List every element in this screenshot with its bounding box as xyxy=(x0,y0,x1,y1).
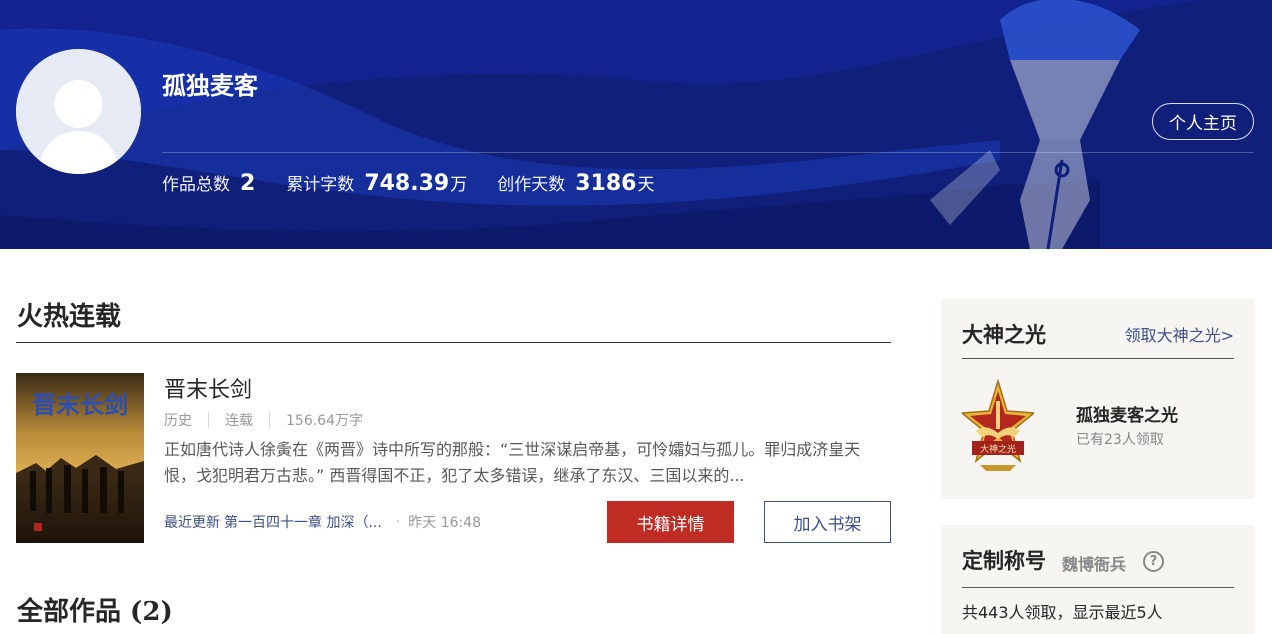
custom-title-summary: 共443人领取，显示最近5人 xyxy=(962,603,1163,622)
stat-unit: 万 xyxy=(450,175,468,195)
card-divider xyxy=(962,358,1234,359)
custom-title-heading: 定制称号 xyxy=(962,548,1046,573)
book-status: 连载 xyxy=(225,413,253,429)
glory-badge-name: 孤独麦客之光 xyxy=(1076,406,1178,426)
stat-writing-days: 创作天数 3186 天 xyxy=(497,170,654,196)
meta-separator xyxy=(208,412,209,428)
star-badge-icon: 大神之光 xyxy=(962,379,1034,471)
book-cover[interactable]: 晋末长剑 xyxy=(16,373,144,543)
glory-card-title: 大神之光 xyxy=(962,322,1046,347)
glory-badge-count: 已有23人领取 xyxy=(1076,432,1164,448)
update-chapter-link[interactable]: 第一百四十一章 加深（... xyxy=(224,512,382,532)
custom-title-name: 魏博衙兵 xyxy=(1062,555,1127,574)
card-divider xyxy=(962,587,1234,588)
claim-glory-link[interactable]: 领取大神之光> xyxy=(1125,322,1234,346)
stat-value: 3186 xyxy=(575,171,637,196)
stat-value: 2 xyxy=(240,171,256,196)
section-divider xyxy=(16,342,891,343)
book-category[interactable]: 历史 xyxy=(164,410,192,430)
all-works-title: 全部作品 (2) xyxy=(17,597,173,627)
book-detail-button[interactable]: 书籍详情 xyxy=(607,501,734,543)
stat-label: 作品总数 xyxy=(162,175,230,195)
book-word-count: 156.64万字 xyxy=(286,413,363,429)
stat-value: 748.39 xyxy=(364,171,450,196)
hot-section-title: 火热连载 xyxy=(17,302,122,332)
badge-text: 大神之光 xyxy=(980,443,1016,455)
stat-label: 创作天数 xyxy=(497,175,566,195)
author-avatar xyxy=(16,49,141,174)
author-name: 孤独麦客 xyxy=(162,72,258,100)
book-meta: 历史 连载 156.64万字 xyxy=(164,410,363,430)
banner-background xyxy=(0,0,1272,249)
book-description: 正如唐代诗人徐夤在《两晋》诗中所写的那般：“三世深谋启帝基，可怜孀妇与孤儿。罪归… xyxy=(164,440,861,485)
cover-title: 晋末长剑 xyxy=(32,390,128,419)
book-title-link[interactable]: 晋末长剑 xyxy=(164,372,252,404)
author-stats: 作品总数 2 累计字数 748.39 万 创作天数 3186 天 xyxy=(162,170,684,196)
glory-card: 大神之光 领取大神之光> 大神之光 孤独麦客之光 已有23人领取 xyxy=(941,299,1254,499)
update-time: 昨天 16:48 xyxy=(408,515,482,531)
update-label: 最近更新 xyxy=(164,515,220,531)
latest-update[interactable]: 最近更新 第一百四十一章 加深（... · 昨天 16:48 xyxy=(164,512,481,532)
help-icon[interactable]: ? xyxy=(1143,551,1164,572)
add-to-shelf-button[interactable]: 加入书架 xyxy=(764,501,891,543)
custom-title-card: 定制称号 魏博衙兵 ? 共443人领取，显示最近5人 xyxy=(941,525,1254,634)
stat-unit: 天 xyxy=(637,175,655,195)
stat-works-count: 作品总数 2 xyxy=(162,170,256,196)
stat-total-words: 累计字数 748.39 万 xyxy=(286,170,467,196)
banner-divider xyxy=(162,152,1254,153)
author-banner: 孤独麦客 个人主页 作品总数 2 累计字数 748.39 万 创作天数 3186… xyxy=(0,0,1272,249)
personal-homepage-button[interactable]: 个人主页 xyxy=(1152,103,1254,140)
update-dot: · xyxy=(395,514,401,530)
stat-label: 累计字数 xyxy=(286,175,355,195)
meta-separator xyxy=(269,412,270,428)
